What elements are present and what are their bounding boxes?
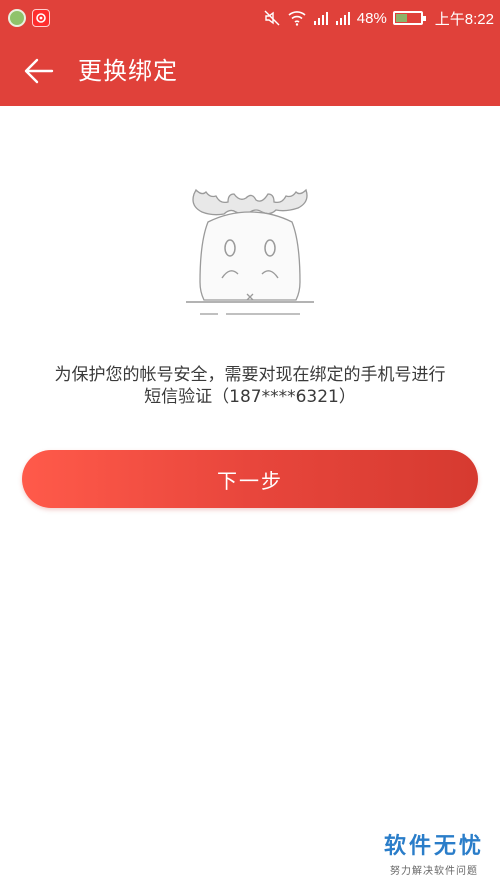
battery-icon [392,11,426,25]
verification-message: 为保护您的帐号安全，需要对现在绑定的手机号进行 短信验证（187****6321… [20,364,480,408]
signal-icon [313,10,329,26]
mute-icon [263,9,281,27]
next-step-button[interactable]: 下一步 [22,450,478,508]
wifi-icon [287,10,307,26]
signal-icon [335,10,351,26]
clock: 上午8:22 [434,10,494,28]
message-line-1: 为保护您的帐号安全，需要对现在绑定的手机号进行 [54,365,446,385]
moose-mascot-icon [180,186,320,322]
arrow-left-icon [24,58,54,84]
phone-screen: 48% 上午8:22 更换绑定 为保护您的帐号安全，需要对现在绑定的手机号进行 … [0,0,500,889]
status-bar: 48% 上午8:22 [0,0,500,36]
back-button[interactable] [22,56,56,86]
app-bar: 更换绑定 [0,36,500,106]
watermark-logo: 软件无忧 努力解决软件问题 [384,834,484,877]
page-title: 更换绑定 [78,57,178,85]
watermark-title: 软件无忧 [383,834,484,859]
watermark-subtitle: 努力解决软件问题 [389,866,478,877]
message-line-2: 短信验证（187****6321） [144,387,356,407]
notification-icons [8,9,50,27]
app-notification-icon [8,9,26,27]
battery-percent: 48% [356,9,387,27]
battery-level [395,14,408,22]
system-status: 48% 上午8:22 [263,0,494,36]
app-notification-icon [32,9,50,27]
